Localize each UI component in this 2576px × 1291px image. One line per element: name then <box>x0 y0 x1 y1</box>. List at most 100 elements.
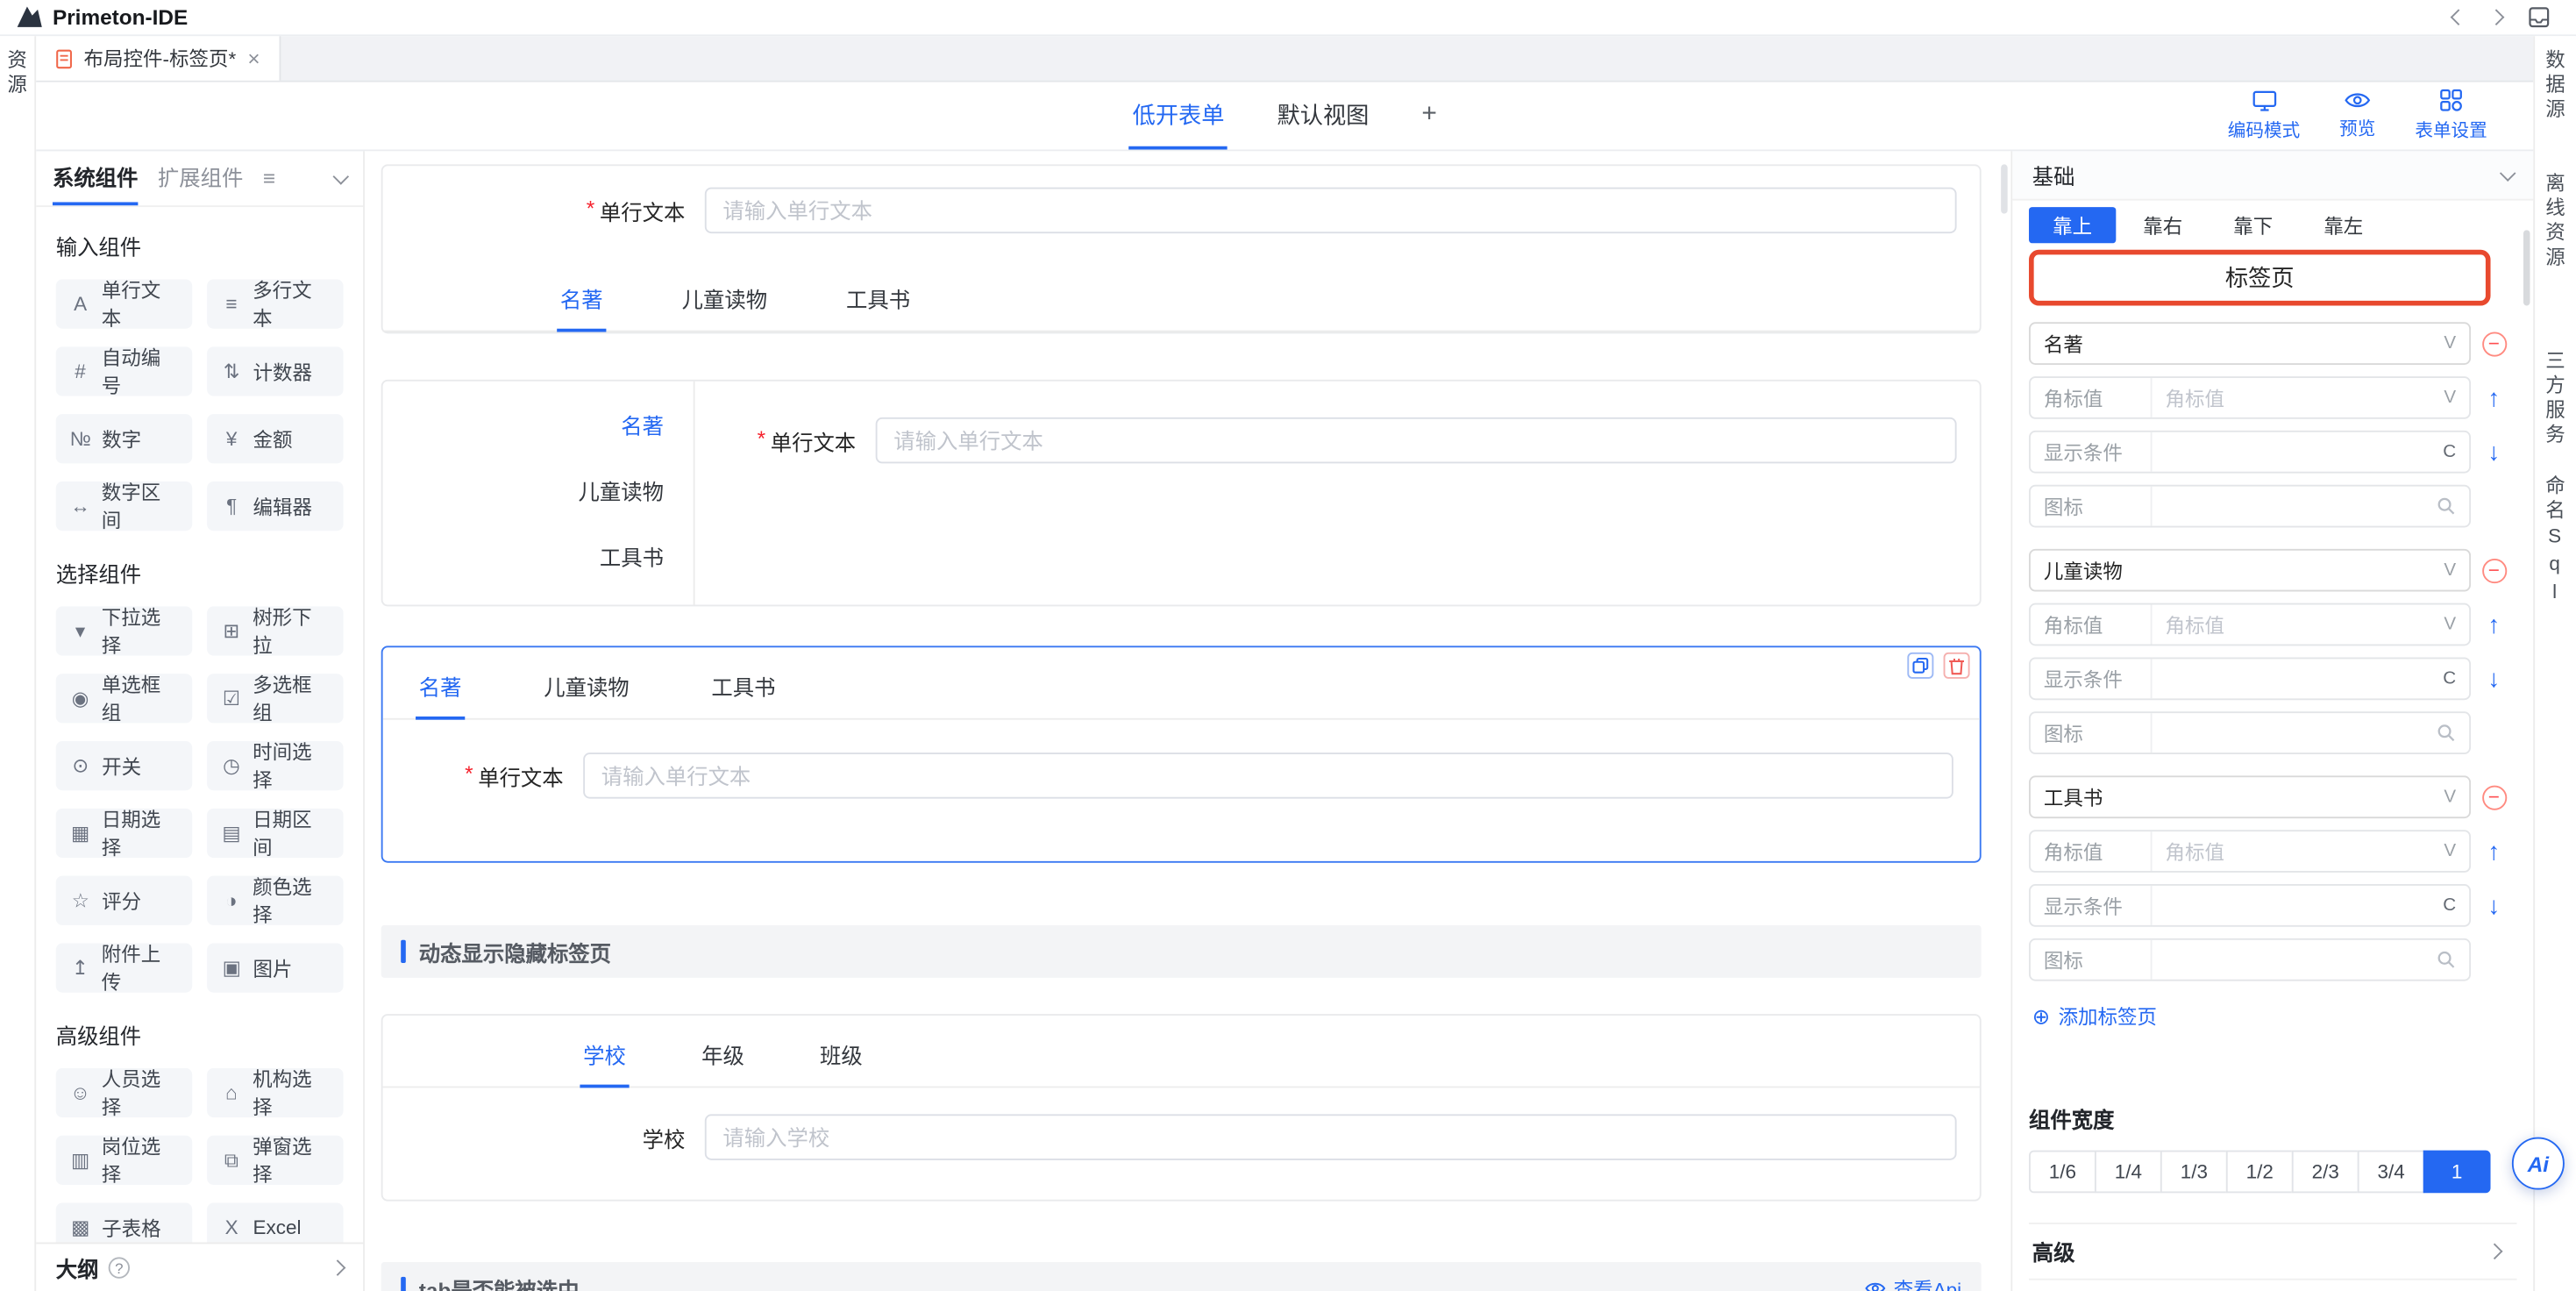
single-line-text-input[interactable] <box>876 417 1957 463</box>
move-up-icon[interactable]: ↑ <box>2487 839 2500 864</box>
variable-toggle[interactable]: V <box>2444 333 2456 353</box>
icon-input[interactable] <box>2153 940 2470 980</box>
close-icon[interactable]: × <box>247 47 260 68</box>
position-bottom-button[interactable]: 靠下 <box>2210 207 2296 243</box>
position-right-button[interactable]: 靠右 <box>2119 207 2206 243</box>
width-option-1-6[interactable]: 1/6 <box>2029 1151 2096 1194</box>
width-option-1-3[interactable]: 1/3 <box>2160 1151 2228 1194</box>
school-input[interactable] <box>705 1114 1957 1159</box>
ai-assistant-button[interactable]: Ai <box>2512 1138 2565 1190</box>
palette-item-file-upload[interactable]: ↥附件上传 <box>56 944 193 993</box>
tab-low-code-form[interactable]: 低开表单 <box>1129 82 1228 150</box>
nav-back-icon[interactable] <box>2451 9 2467 25</box>
tab-item-grade[interactable]: 年级 <box>698 1022 747 1086</box>
palette-item-excel[interactable]: XExcel <box>207 1203 344 1243</box>
condition-toggle[interactable]: C <box>2443 442 2456 461</box>
tab-item-mingzhu[interactable]: 名著 <box>416 654 465 718</box>
palette-item-auto-number[interactable]: #自动编号 <box>56 346 193 396</box>
remove-tab-icon[interactable]: − <box>2481 785 2506 810</box>
palette-item-date-picker[interactable]: ▦日期选择 <box>56 809 193 858</box>
palette-item-dialog-picker[interactable]: ⧉弹窗选择 <box>207 1136 344 1185</box>
palette-item-tree-dropdown[interactable]: ⊞树形下拉 <box>207 606 344 655</box>
expand-outline-icon[interactable] <box>330 1259 346 1276</box>
palette-item-person-picker[interactable]: ☺人员选择 <box>56 1068 193 1117</box>
list-view-icon[interactable]: ≡ <box>263 166 275 190</box>
single-line-text-input[interactable] <box>583 752 1953 798</box>
search-icon[interactable] <box>2437 950 2456 969</box>
move-down-icon[interactable]: ↓ <box>2487 667 2500 691</box>
nav-forward-icon[interactable] <box>2488 9 2505 25</box>
style-section-row[interactable]: 样式 <box>2029 1279 2516 1291</box>
palette-item-number[interactable]: №数字 <box>56 414 193 463</box>
width-option-1-2[interactable]: 1/2 <box>2226 1151 2294 1194</box>
move-down-icon[interactable]: ↓ <box>2487 893 2500 917</box>
tabs-widget-selected[interactable]: 名著 儿童读物 工具书 * 单行文本 <box>381 646 1982 862</box>
remove-tab-icon[interactable]: − <box>2481 332 2506 356</box>
inspector-header[interactable]: 基础 <box>2012 151 2533 200</box>
tabs-widget-left-position[interactable]: 名著 儿童读物 工具书 * 单行文本 <box>381 380 1982 607</box>
condition-toggle[interactable]: C <box>2443 669 2456 688</box>
inspector-scrollbar-thumb[interactable] <box>2523 230 2530 305</box>
palette-item-editor[interactable]: ¶编辑器 <box>207 481 344 531</box>
palette-item-radio-group[interactable]: ◉单选框组 <box>56 674 193 723</box>
palette-item-amount[interactable]: ¥金额 <box>207 414 344 463</box>
search-icon[interactable] <box>2437 723 2456 742</box>
variable-toggle[interactable]: V <box>2444 788 2456 807</box>
tab-default-view[interactable]: 默认视图 <box>1274 82 1372 150</box>
width-option-1-4[interactable]: 1/4 <box>2095 1151 2162 1194</box>
variable-toggle[interactable]: V <box>2444 388 2456 407</box>
outline-bar[interactable]: 大纲 ? <box>36 1243 363 1291</box>
tab-item-class[interactable]: 班级 <box>816 1022 865 1086</box>
canvas-scrollbar-thumb[interactable] <box>2001 164 2007 213</box>
condition-toggle[interactable]: C <box>2443 895 2456 915</box>
width-option-2-3[interactable]: 2/3 <box>2292 1151 2359 1194</box>
variable-toggle[interactable]: V <box>2444 615 2456 634</box>
palette-item-rating[interactable]: ☆评分 <box>56 876 193 925</box>
add-tab-link[interactable]: ⊕ 添加标签页 <box>2032 1002 2517 1031</box>
badge-input[interactable]: 角标值V <box>2153 378 2470 417</box>
palette-item-checkbox-group[interactable]: ☑多选框组 <box>207 674 344 723</box>
tab-name-input[interactable]: 名著 V <box>2029 322 2471 365</box>
tab-item-children-books[interactable]: 儿童读物 <box>679 267 771 331</box>
palette-item-dropdown[interactable]: ▾下拉选择 <box>56 606 193 655</box>
dock-item-third-party-services[interactable]: 三方服务 <box>2542 350 2570 448</box>
palette-item-sub-table[interactable]: ▩子表格 <box>56 1203 193 1243</box>
tab-item-reference-books[interactable]: 工具书 <box>383 526 694 592</box>
tabs-widget-bottom-position[interactable]: * 单行文本 名著 儿童读物 工具书 <box>381 164 1982 333</box>
collapse-palette-icon[interactable] <box>333 168 350 184</box>
dock-item-resources[interactable]: 资源 <box>4 49 32 98</box>
tab-item-reference-books[interactable]: 工具书 <box>708 654 779 718</box>
tab-item-mingzhu[interactable]: 名著 <box>557 267 606 331</box>
move-up-icon[interactable]: ↑ <box>2487 385 2500 410</box>
position-left-button[interactable]: 靠左 <box>2300 207 2387 243</box>
palette-item-date-range[interactable]: ▤日期区间 <box>207 809 344 858</box>
badge-input[interactable]: 角标值V <box>2153 831 2470 871</box>
dock-item-data-source[interactable]: 数据源 <box>2542 49 2570 123</box>
tab-item-mingzhu[interactable]: 名著 <box>383 395 694 460</box>
tabs-widget-school[interactable]: 学校 年级 班级 学校 <box>381 1014 1982 1202</box>
help-icon[interactable]: ? <box>109 1257 130 1278</box>
condition-input[interactable]: C <box>2153 886 2470 925</box>
palette-item-multi-line-text[interactable]: ≡多行文本 <box>207 280 344 329</box>
tab-item-children-books[interactable]: 儿童读物 <box>383 460 694 526</box>
code-mode-button[interactable]: 编码模式 <box>2228 89 2300 142</box>
tab-item-school[interactable]: 学校 <box>580 1022 629 1086</box>
preview-button[interactable]: 预览 <box>2339 90 2375 141</box>
single-line-text-input[interactable] <box>705 188 1957 233</box>
palette-item-number-range[interactable]: ↔数字区间 <box>56 481 193 531</box>
view-api-link[interactable]: 查看Api <box>1864 1274 1961 1291</box>
panel-toggle-icon[interactable] <box>2529 6 2550 27</box>
copy-widget-button[interactable] <box>1907 653 1933 679</box>
position-top-button[interactable]: 靠上 <box>2029 207 2116 243</box>
palette-item-image[interactable]: ▣图片 <box>207 944 344 993</box>
width-option-3-4[interactable]: 3/4 <box>2358 1151 2425 1194</box>
tab-name-input[interactable]: 儿童读物 V <box>2029 549 2471 592</box>
palette-item-switch[interactable]: ⊙开关 <box>56 741 193 790</box>
tab-item-reference-books[interactable]: 工具书 <box>843 267 914 331</box>
delete-widget-button[interactable] <box>1944 653 1970 679</box>
icon-input[interactable] <box>2153 713 2470 752</box>
palette-item-single-line-text[interactable]: A单行文本 <box>56 280 193 329</box>
palette-item-color-picker[interactable]: ◑颜色选择 <box>207 876 344 925</box>
palette-item-org-picker[interactable]: ⌂机构选择 <box>207 1068 344 1117</box>
width-option-full[interactable]: 1 <box>2423 1151 2491 1194</box>
